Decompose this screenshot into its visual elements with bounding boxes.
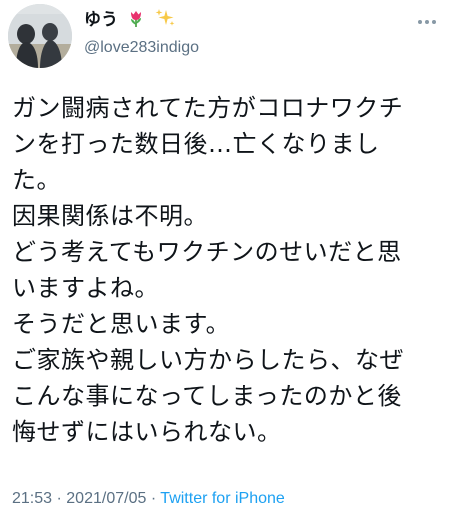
sparkles-icon — [154, 8, 176, 34]
display-name-text: ゆう — [84, 10, 118, 30]
user-handle[interactable]: @love283indigo — [84, 38, 199, 58]
tweet-text-line: ご家族や親しい方からしたら、なぜ — [12, 346, 404, 374]
avatar-icon — [8, 4, 72, 68]
more-dot — [432, 20, 436, 24]
meta-separator: · — [150, 490, 157, 507]
tweet-text-line: そうだと思います。 — [12, 310, 231, 338]
tulip-icon — [126, 8, 146, 34]
tweet-text-line: ンを打った数日後…亡くなりまし — [12, 130, 380, 158]
tweet-text: ガン闘病されてた方がコロナワクチ ンを打った数日後…亡くなりまし た。 因果関係… — [12, 90, 452, 450]
tweet-source-link[interactable]: Twitter for iPhone — [160, 490, 285, 507]
tweet-date[interactable]: 2021/07/05 — [66, 490, 146, 507]
more-icon[interactable] — [410, 10, 444, 34]
avatar[interactable] — [8, 4, 72, 68]
tweet-text-line: ガン闘病されてた方がコロナワクチ — [12, 94, 404, 122]
display-name[interactable]: ゆう — [84, 8, 176, 34]
tweet-text-line: いますよね。 — [12, 274, 159, 302]
tweet-text-line: 因果関係は不明。 — [12, 202, 208, 230]
tweet-text-line: どう考えてもワクチンのせいだと思 — [12, 238, 402, 266]
tweet-text-line: 悔せずにはいられない。 — [12, 418, 282, 446]
tweet-text-line: こんな事になってしまったのかと後 — [12, 382, 402, 410]
tweet-text-line: た。 — [12, 166, 61, 194]
tweet-card: ゆう @love283indigo ガン闘病されてた方がコロナワクチ ンを打った… — [0, 0, 460, 523]
tweet-time[interactable]: 21:53 — [12, 490, 52, 507]
tweet-meta: 21:53 · 2021/07/05 · Twitter for iPhone — [12, 490, 285, 508]
more-dot — [425, 20, 429, 24]
meta-separator: · — [56, 490, 62, 507]
more-dot — [418, 20, 422, 24]
